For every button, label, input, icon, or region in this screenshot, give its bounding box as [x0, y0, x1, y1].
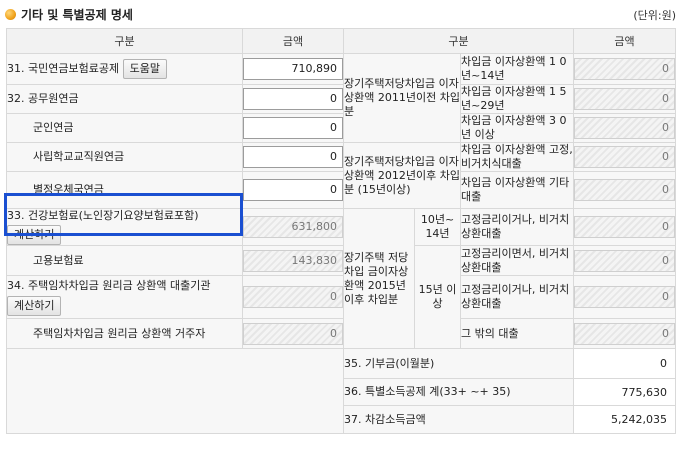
- row-37-value: 5,242,035: [573, 405, 676, 434]
- g1-row2-cell: 0: [573, 84, 676, 114]
- g2-row2-cell: 0: [573, 171, 676, 209]
- g3-row4-value: 0: [574, 322, 675, 345]
- g3-row1-value: 0: [574, 216, 675, 238]
- teachers-pension-input[interactable]: 0: [243, 146, 343, 168]
- highlight-box: [4, 193, 243, 236]
- g3-row1-label: 고정금리이거나, 비거치상환대출: [460, 208, 574, 246]
- military-pension-input[interactable]: 0: [243, 117, 343, 139]
- row-31-cell: 710,890: [242, 53, 344, 85]
- right-header-amount: 금액: [573, 28, 676, 54]
- group-2015-label: 장기주택 저당차입 금이자상 환액 2015년 이후 차입분: [343, 208, 415, 349]
- housing-lender-value: 0: [243, 286, 343, 308]
- help-button[interactable]: 도움말: [122, 59, 167, 79]
- g1-row2-label: 차입금 이자상환액 1 5년~29년: [460, 84, 574, 114]
- row-32a-label: 군인연금: [6, 113, 243, 143]
- g1-row1-cell: 0: [573, 53, 676, 85]
- postal-pension-input[interactable]: 0: [243, 179, 343, 201]
- g3-row3-label: 고정금리이거나, 비거치상환대출: [460, 275, 574, 319]
- left-header-label: 구분: [6, 28, 243, 54]
- row-32-cell: 0: [242, 84, 344, 114]
- row-34-text: 34. 주택임차차입금 원리금 상환액 대출기관: [7, 278, 211, 292]
- row-36-value: 775,630: [573, 378, 676, 406]
- g2-row1-value: 0: [574, 146, 675, 168]
- sub-10-14-label: 10년~ 14년: [414, 208, 461, 246]
- row-32b-cell: 0: [242, 142, 344, 172]
- g2-row2-value: 0: [574, 179, 675, 201]
- left-header-amount: 금액: [242, 28, 344, 54]
- bullet-icon: [5, 9, 16, 20]
- g3-row3-value: 0: [574, 286, 675, 308]
- row-34-cell: 0: [242, 275, 344, 319]
- unit-label: (단위:원): [633, 9, 676, 22]
- group-2011-label: 장기주택저당차입금 이자상환액 2011년이전 차입분: [343, 53, 461, 143]
- row-37-label: 37. 차감소득금액: [343, 405, 574, 434]
- row-35-value: 0: [573, 348, 676, 379]
- civil-pension-input[interactable]: 0: [243, 88, 343, 110]
- row-32b-label: 사립학교교직원연금: [6, 142, 243, 172]
- health-insurance-value: 631,800: [243, 216, 343, 238]
- row-35-label: 35. 기부금(이월분): [343, 348, 574, 379]
- g3-row2-cell: 0: [573, 245, 676, 276]
- housing-calc-button[interactable]: 계산하기: [7, 295, 62, 316]
- group-2012-label: 장기주택저당차입금 이자상환액 2012년이후 차입분 (15년이상): [343, 142, 461, 209]
- row-32a-cell: 0: [242, 113, 344, 143]
- sub-15-label: 15년 이상: [414, 245, 461, 349]
- g2-row1-label: 차입금 이자상환액 고정,비거치식대출: [460, 142, 574, 172]
- row-32c-cell: 0: [242, 171, 344, 209]
- g3-row4-cell: 0: [573, 318, 676, 349]
- g2-row2-label: 차입금 이자상환액 기타대출: [460, 171, 574, 209]
- row-34a-label: 주택임차차입금 원리금 상환액 거주자: [6, 318, 243, 349]
- g1-row3-label: 차입금 이자상환액 3 0년 이상: [460, 113, 574, 143]
- row-33a-label: 고용보험료: [6, 245, 243, 276]
- section-title-bar: 기타 및 특별공제 명세 (단위:원): [0, 0, 682, 28]
- g3-row2-label: 고정금리이면서, 비거치상환대출: [460, 245, 574, 276]
- row-33a-cell: 143,830: [242, 245, 344, 276]
- g1-row3-cell: 0: [573, 113, 676, 143]
- left-empty-area: [6, 348, 344, 434]
- row-32-label: 32. 공무원연금: [6, 84, 243, 114]
- g1-row3-value: 0: [574, 117, 675, 139]
- g2-row1-cell: 0: [573, 142, 676, 172]
- section-title: 기타 및 특별공제 명세: [21, 8, 133, 22]
- g3-row4-label: 그 밖의 대출: [460, 318, 574, 349]
- national-pension-input[interactable]: 710,890: [243, 58, 343, 80]
- g3-row2-value: 0: [574, 249, 675, 272]
- row-34a-cell: 0: [242, 318, 344, 349]
- employment-insurance-value: 143,830: [243, 249, 343, 272]
- g3-row3-cell: 0: [573, 275, 676, 319]
- right-header-label: 구분: [343, 28, 574, 54]
- row-34-label: 34. 주택임차차입금 원리금 상환액 대출기관 계산하기: [6, 275, 243, 319]
- row-36-label: 36. 특별소득공제 계(33+ ~+ 35): [343, 378, 574, 406]
- g1-row2-value: 0: [574, 88, 675, 110]
- g3-row1-cell: 0: [573, 208, 676, 246]
- row-31-text: 31. 국민연금보험료공제: [7, 62, 120, 75]
- g1-row1-label: 차입금 이자상환액 1 0년~14년: [460, 53, 574, 85]
- housing-resident-value: 0: [243, 322, 343, 345]
- row-31-label: 31. 국민연금보험료공제 도움말: [6, 53, 243, 85]
- g1-row1-value: 0: [574, 58, 675, 80]
- row-33-cell: 631,800: [242, 208, 344, 246]
